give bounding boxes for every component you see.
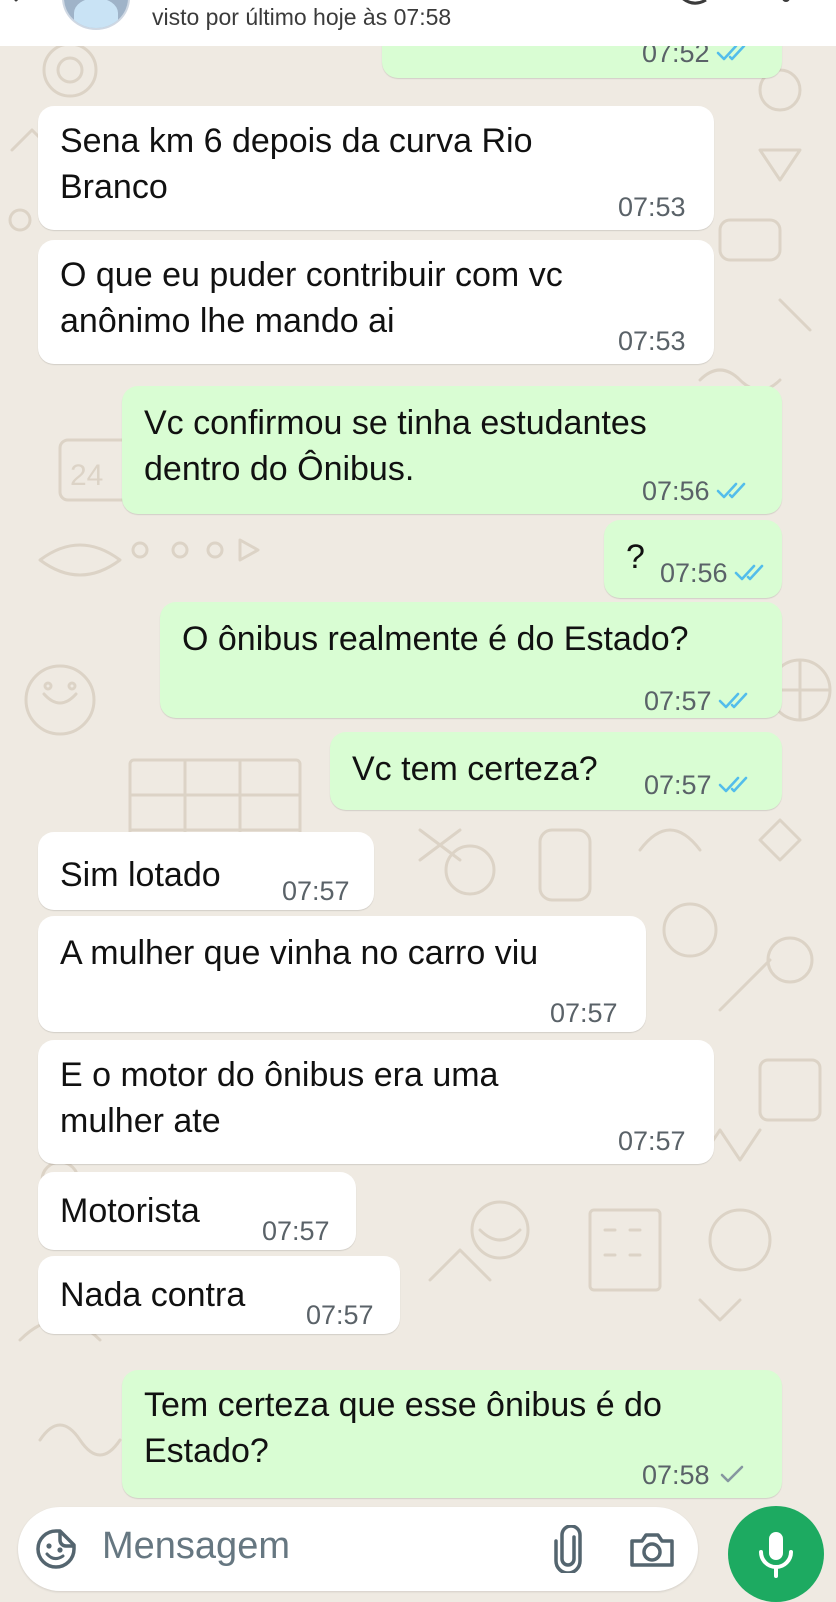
back-arrow-icon[interactable] — [8, 0, 32, 10]
attach-icon[interactable] — [548, 1525, 588, 1573]
outgoing-message-bubble[interactable]: O ônibus realmente é do Estado? 07:57 — [160, 602, 782, 718]
message-meta: 07:56 — [642, 468, 748, 514]
message-meta: 07:57 — [644, 678, 750, 724]
voice-message-button[interactable] — [728, 1506, 824, 1602]
message-meta: 07:57 — [282, 868, 350, 914]
outgoing-message-bubble[interactable]: ? 07:56 — [604, 520, 782, 598]
message-time: 07:58 — [642, 1460, 710, 1490]
message-text: E o motor do ônibus era uma mulher ate — [60, 1056, 499, 1140]
chat-header: visto por último hoje às 07:58 — [0, 0, 836, 46]
incoming-message-bubble[interactable]: E o motor do ônibus era uma mulher ate 07… — [38, 1040, 714, 1164]
outgoing-message-bubble[interactable]: Vc confirmou se tinha estudantes dentro … — [122, 386, 782, 514]
incoming-message-bubble[interactable]: Nada contra 07:57 — [38, 1256, 400, 1334]
mic-icon — [759, 1532, 793, 1578]
double-check-read-icon — [716, 44, 745, 61]
message-text: Vc tem certeza? — [352, 750, 598, 788]
voice-call-icon[interactable] — [672, 0, 712, 10]
camera-icon[interactable] — [628, 1529, 676, 1569]
message-meta: 07:57 — [550, 990, 618, 1036]
emoji-sticker-icon[interactable] — [34, 1527, 78, 1571]
video-call-icon[interactable] — [560, 0, 600, 10]
message-input[interactable]: Mensagem — [102, 1525, 290, 1568]
message-text: Nada contra — [60, 1276, 246, 1314]
message-time: 07:53 — [618, 192, 686, 222]
message-text: Vc confirmou se tinha estudantes dentro … — [144, 404, 647, 488]
message-time: 07:57 — [306, 1300, 374, 1330]
message-text: Tem certeza que esse ônibus é do Estado? — [144, 1386, 662, 1470]
message-meta: 07:58 — [642, 1452, 748, 1498]
more-options-icon[interactable] — [778, 0, 794, 10]
message-time: 07:57 — [550, 998, 618, 1028]
svg-text:24: 24 — [70, 459, 103, 492]
incoming-message-bubble[interactable]: O que eu puder contribuir com vc anônimo… — [38, 240, 714, 364]
message-time: 07:57 — [644, 770, 712, 800]
message-meta: 07:57 — [262, 1208, 330, 1254]
incoming-message-bubble[interactable]: Sena km 6 depois da curva Rio Branco 07:5… — [38, 106, 714, 230]
message-time: 07:57 — [644, 686, 712, 716]
message-text: O que eu puder contribuir com vc anônimo… — [60, 256, 563, 340]
message-meta: 07:53 — [618, 318, 686, 364]
message-meta: 07:56 — [660, 550, 766, 596]
message-time: 07:57 — [618, 1126, 686, 1156]
double-check-read-icon — [718, 692, 747, 709]
last-seen-status: visto por último hoje às 07:58 — [152, 4, 452, 30]
double-check-read-icon — [734, 564, 763, 581]
message-time: 07:57 — [262, 1216, 330, 1246]
incoming-message-bubble[interactable]: A mulher que vinha no carro viu 07:57 — [38, 916, 646, 1032]
message-meta: 07:57 — [618, 1118, 686, 1164]
message-time: 07:56 — [660, 558, 728, 588]
message-meta: 07:57 — [644, 762, 750, 808]
message-time: 07:57 — [282, 876, 350, 906]
message-meta: 07:57 — [306, 1292, 374, 1338]
message-text: A mulher que vinha no carro viu — [60, 934, 539, 972]
message-text: ? — [626, 538, 645, 576]
message-text: O ônibus realmente é do Estado? — [182, 620, 689, 658]
message-composer[interactable]: Mensagem — [18, 1507, 698, 1591]
incoming-message-bubble[interactable]: Sim lotado 07:57 — [38, 832, 374, 910]
outgoing-message-bubble[interactable]: Tem certeza que esse ônibus é do Estado?… — [122, 1370, 782, 1498]
double-check-read-icon — [716, 482, 745, 499]
message-text: Motorista — [60, 1192, 200, 1230]
message-text: Sena km 6 depois da curva Rio Branco — [60, 122, 533, 206]
message-meta: 07:53 — [618, 184, 686, 230]
message-time: 07:56 — [642, 476, 710, 506]
message-time: 07:53 — [618, 326, 686, 356]
single-check-sent-icon — [720, 1465, 743, 1483]
incoming-message-bubble[interactable]: Motorista 07:57 — [38, 1172, 356, 1250]
outgoing-message-bubble[interactable]: Vc tem certeza? 07:57 — [330, 732, 782, 810]
double-check-read-icon — [718, 776, 747, 793]
message-text: Sim lotado — [60, 856, 221, 894]
contact-avatar[interactable] — [62, 0, 130, 30]
